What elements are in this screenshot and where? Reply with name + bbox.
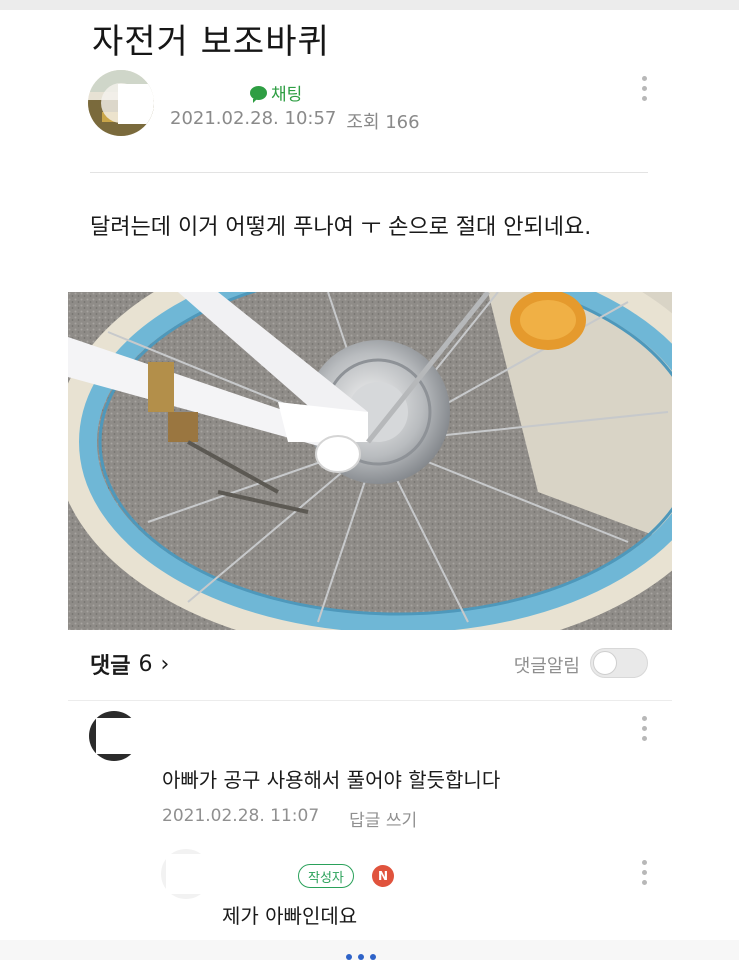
divider (90, 172, 648, 173)
comments-count: 6 (138, 651, 153, 677)
post-title: 자전거 보조바퀴 (92, 22, 330, 62)
comments-bar: 댓글 6 › 댓글알림 (90, 648, 650, 680)
post-date: 2021.02.28. 10:57 (170, 108, 337, 129)
comment-alert-label: 댓글알림 (513, 656, 580, 677)
bicycle-wheel-image (68, 292, 672, 630)
comment-date: 2021.02.28. 11:07 (162, 806, 320, 826)
chat-link[interactable]: 채팅 (250, 80, 302, 105)
toggle-knob (593, 651, 617, 675)
reply-button[interactable]: 답글 쓰기 (349, 806, 417, 831)
author-avatar[interactable] (88, 70, 154, 136)
page: 자전거 보조바퀴 채팅 2021.02.28. 10:57 조회 166 달려는… (0, 0, 739, 960)
comment-text: 아빠가 공구 사용해서 풀어야 할듯합니다 (162, 768, 501, 792)
top-strip (0, 0, 739, 10)
commenter-avatar[interactable] (160, 848, 212, 900)
post-meta: 2021.02.28. 10:57 조회 166 (170, 108, 420, 134)
avatar-image (161, 849, 212, 899)
chat-label: 채팅 (271, 85, 303, 105)
new-badge: N (372, 865, 394, 887)
post-more-icon[interactable] (641, 76, 647, 101)
post-photo[interactable] (68, 292, 672, 630)
chevron-right-icon: › (160, 651, 170, 677)
author-badge: 작성자 (298, 864, 354, 888)
comment-more-icon[interactable] (641, 716, 647, 741)
avatar-image (89, 711, 140, 761)
comment-text: 제가 아빠인데요 (222, 904, 358, 928)
post-views: 조회 166 (346, 112, 420, 133)
comment-more-icon[interactable] (641, 860, 647, 885)
loading-indicator (346, 954, 376, 960)
comment-alert-toggle[interactable] (590, 648, 648, 678)
comments-link[interactable]: 댓글 6 › (90, 648, 169, 680)
comments-label: 댓글 (90, 654, 131, 679)
comment-meta: 2021.02.28. 11:07 답글 쓰기 (162, 806, 417, 831)
chat-bubble-icon (250, 85, 267, 103)
post-body: 달려는데 이거 어떻게 푸나여 ㅜ 손으로 절대 안되네요. (90, 215, 592, 240)
avatar-image (88, 70, 154, 136)
divider (68, 700, 672, 701)
commenter-avatar[interactable] (88, 710, 140, 762)
